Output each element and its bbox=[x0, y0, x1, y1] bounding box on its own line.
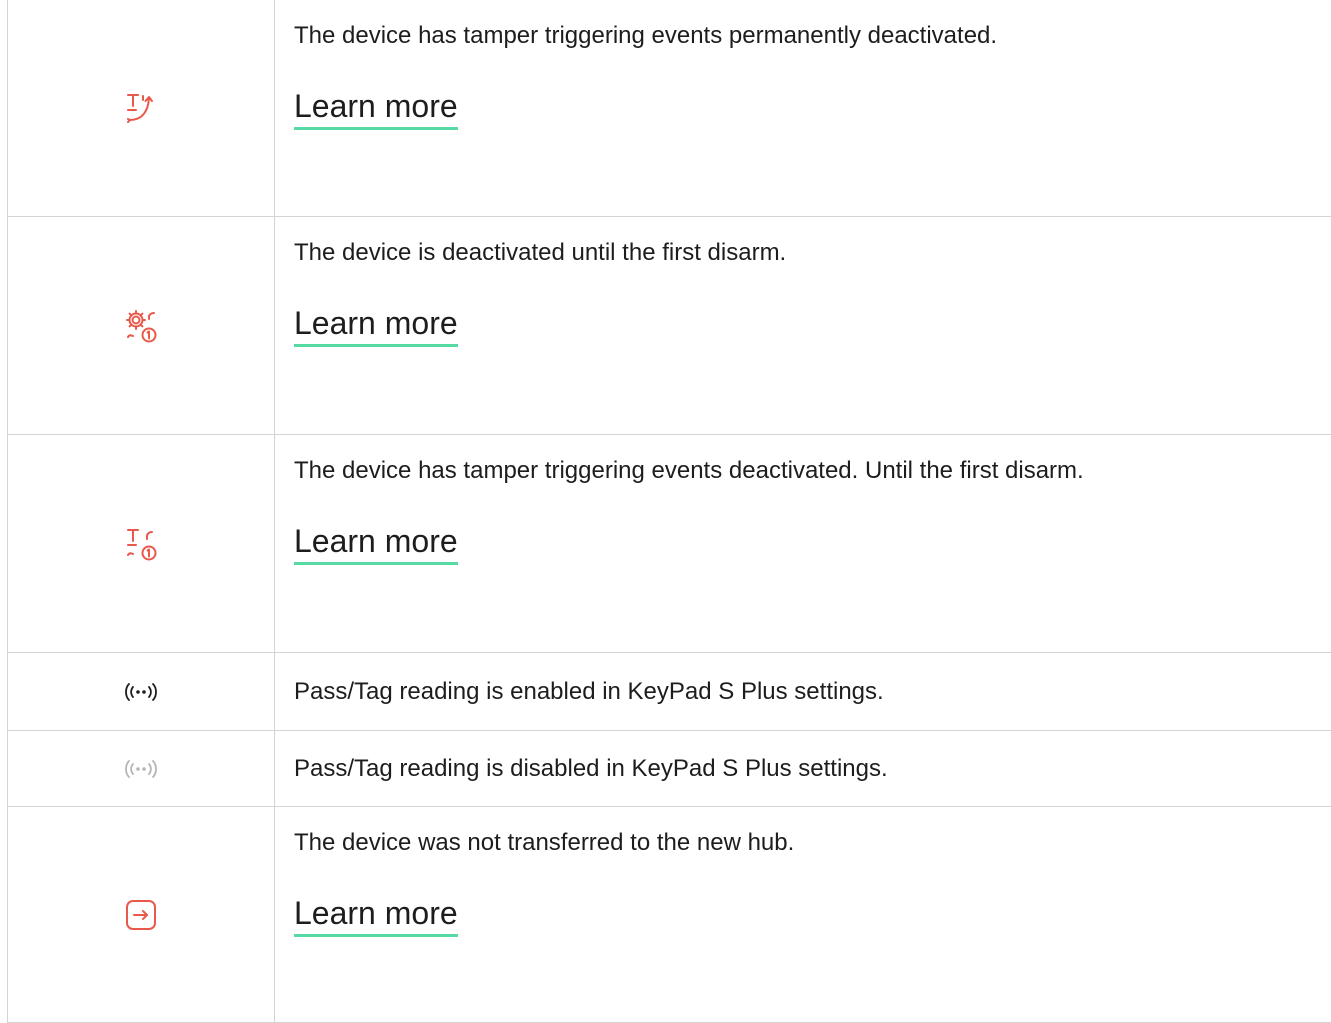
icon-cell bbox=[8, 807, 275, 1023]
description-cell: The device has tamper triggering events … bbox=[275, 435, 1331, 653]
description-cell: Pass/Tag reading is disabled in KeyPad S… bbox=[275, 731, 1331, 807]
description-cell: The device has tamper triggering events … bbox=[275, 0, 1331, 217]
not-transferred-icon bbox=[119, 893, 163, 937]
learn-more-link[interactable]: Learn more bbox=[294, 304, 458, 347]
tamper-deactivated-until-disarm-icon bbox=[119, 522, 163, 566]
learn-more-link[interactable]: Learn more bbox=[294, 87, 458, 130]
icon-cell bbox=[8, 653, 275, 731]
icon-cell bbox=[8, 217, 275, 435]
icon-cell bbox=[8, 435, 275, 653]
table-row: The device is deactivated until the firs… bbox=[8, 217, 1331, 435]
table-row: The device has tamper triggering events … bbox=[8, 0, 1331, 217]
table-row: The device was not transferred to the ne… bbox=[8, 807, 1331, 1023]
row-description: Pass/Tag reading is enabled in KeyPad S … bbox=[294, 677, 1331, 707]
row-description: The device has tamper triggering events … bbox=[294, 456, 1331, 486]
row-description: The device is deactivated until the firs… bbox=[294, 238, 1331, 268]
learn-more-link[interactable]: Learn more bbox=[294, 522, 458, 565]
table-row: The device has tamper triggering events … bbox=[8, 435, 1331, 653]
icon-cell bbox=[8, 0, 275, 217]
row-description: Pass/Tag reading is disabled in KeyPad S… bbox=[294, 754, 1331, 784]
description-cell: The device is deactivated until the firs… bbox=[275, 217, 1331, 435]
pass-tag-enabled-icon bbox=[119, 678, 163, 706]
row-description: The device has tamper triggering events … bbox=[294, 21, 1331, 51]
learn-more-link[interactable]: Learn more bbox=[294, 894, 458, 937]
description-cell: Pass/Tag reading is enabled in KeyPad S … bbox=[275, 653, 1331, 731]
icon-cell bbox=[8, 731, 275, 807]
row-description: The device was not transferred to the ne… bbox=[294, 828, 1331, 858]
status-icons-table: The device has tamper triggering events … bbox=[7, 0, 1331, 1023]
pass-tag-disabled-icon bbox=[119, 755, 163, 783]
table-row: Pass/Tag reading is enabled in KeyPad S … bbox=[8, 653, 1331, 731]
table-row: Pass/Tag reading is disabled in KeyPad S… bbox=[8, 731, 1331, 807]
description-cell: The device was not transferred to the ne… bbox=[275, 807, 1331, 1023]
deactivated-until-disarm-gear-icon bbox=[119, 304, 163, 348]
tamper-permanently-deactivated-icon bbox=[119, 86, 163, 130]
